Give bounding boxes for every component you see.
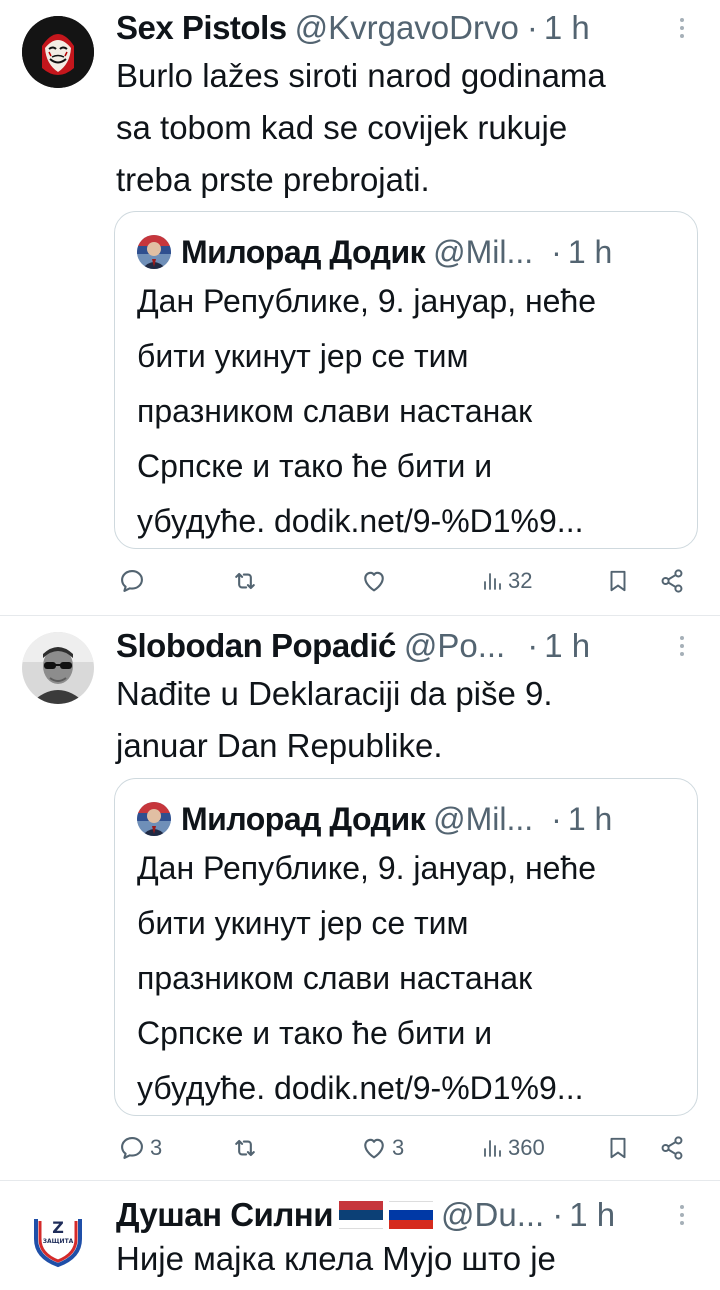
quoted-text-line: Дан Републике, 9. јануар, неће [137, 283, 597, 319]
tweet-header: Душан Силни @Du... · 1 h [116, 1193, 692, 1237]
tweet-text-line: januar Dan Republike. [116, 727, 443, 764]
quoted-avatar [137, 802, 171, 836]
bookmark-button[interactable] [605, 563, 631, 599]
author-handle[interactable]: @Po... [404, 624, 505, 668]
reply-icon [121, 1137, 143, 1159]
tweet-text-line: sa tobom kad se covijek rukuje [116, 109, 568, 146]
author-handle[interactable]: @Du... [441, 1193, 544, 1237]
reply-button[interactable]: 3 [118, 1130, 162, 1166]
timestamp[interactable]: 1 h [569, 1193, 615, 1237]
avatar[interactable]: Z ЗАЩИТА [22, 1199, 94, 1271]
more-icon[interactable] [672, 1193, 692, 1237]
separator-dot: · [526, 9, 538, 46]
bookmark-button[interactable] [605, 1130, 631, 1166]
action-bar: 3 3 360 [108, 1130, 698, 1166]
avatar-text: ЗАЩИТА [43, 1238, 74, 1245]
person-avatar-icon [137, 802, 171, 836]
views-count: 360 [508, 1135, 545, 1160]
more-icon[interactable] [672, 6, 692, 50]
avatar[interactable] [22, 632, 94, 704]
tweet[interactable]: Sex Pistols @KvrgavoDrvo · 1 h Burlo laž… [0, 0, 720, 615]
avatar[interactable] [22, 16, 94, 88]
reply-count: 3 [150, 1135, 163, 1160]
tweet-header: Slobodan Popadić @Po... · 1 h [116, 624, 692, 668]
quoted-text-line: Српске и тако ће бити и [137, 1015, 493, 1051]
mask-avatar-icon [22, 16, 94, 88]
quoted-tweet-text: Дан Републике, 9. јануар, неће бити укин… [137, 274, 687, 549]
views-count: 32 [508, 568, 533, 593]
bookmark-icon [610, 1137, 626, 1159]
quoted-tweet[interactable]: Милорад Додик @Mil... · 1 h Дан Републик… [114, 778, 698, 1116]
tweet-text-line: treba prste prebrojati. [116, 161, 430, 198]
repost-button[interactable] [230, 1130, 264, 1166]
tweet[interactable]: Slobodan Popadić @Po... · 1 h Nađite u D… [0, 616, 720, 1180]
quoted-text-line: бити укинут јер се тим [137, 338, 469, 374]
like-button[interactable]: 3 [360, 1130, 404, 1166]
quoted-text-line[interactable]: убудуће. dodik.net/9-%D1%9... [137, 494, 687, 549]
reply-icon [121, 570, 143, 592]
quoted-author-name[interactable]: Милорад Додик [181, 801, 426, 838]
tweet-header: Sex Pistols @KvrgavoDrvo · 1 h [116, 6, 692, 50]
tweet-text-line: Nađite u Deklaraciji da piše 9. [116, 675, 553, 712]
quoted-avatar [137, 235, 171, 269]
views-icon [484, 1140, 501, 1157]
repost-button[interactable] [230, 563, 264, 599]
action-bar: 32 [108, 563, 698, 599]
like-icon [364, 1138, 384, 1159]
quoted-text-line: празником слави настанак [137, 393, 533, 429]
person-avatar-icon [22, 632, 94, 704]
separator-dot: · [551, 800, 562, 837]
tweet-text: Burlo lažes siroti narod godinama sa tob… [116, 50, 696, 206]
tweet-text-line: Burlo lažes siroti narod godinama [116, 57, 606, 94]
share-button[interactable] [658, 563, 686, 599]
share-icon [661, 569, 683, 593]
views-button[interactable]: 360 [482, 1130, 545, 1166]
svg-text:Z: Z [52, 1218, 64, 1237]
repost-icon [235, 1139, 255, 1157]
serbia-flag-icon [339, 1201, 384, 1229]
separator-dot: · [551, 233, 562, 270]
quoted-timestamp[interactable]: 1 h [568, 234, 612, 271]
quoted-tweet[interactable]: Милорад Додик @Mil... · 1 h Дан Републик… [114, 211, 698, 549]
quoted-tweet-text: Дан Републике, 9. јануар, неће бити укин… [137, 841, 687, 1116]
like-button[interactable] [360, 563, 392, 599]
more-icon[interactable] [672, 624, 692, 668]
quoted-tweet-header: Милорад Додик @Mil... · 1 h [137, 230, 677, 274]
shield-logo-icon: Z ЗАЩИТА [22, 1199, 94, 1271]
like-icon [364, 571, 384, 592]
tweet-text-line: Није мајка клела Мујо што је [116, 1240, 556, 1277]
russia-flag-icon [389, 1201, 434, 1229]
quoted-author-handle[interactable]: @Mil... [433, 801, 533, 838]
author-handle[interactable]: @KvrgavoDrvo [295, 6, 519, 50]
quoted-text-line: Дан Републике, 9. јануар, неће [137, 850, 597, 886]
quoted-author-name[interactable]: Милорад Додик [181, 234, 426, 271]
like-count: 3 [392, 1135, 405, 1160]
author-name[interactable]: Душан Силни [116, 1193, 334, 1237]
author-name[interactable]: Sex Pistols [116, 6, 287, 50]
quoted-text-line: Српске и тако ће бити и [137, 448, 493, 484]
reply-button[interactable] [118, 563, 150, 599]
tweet-text: Није мајка клела Мујо што је [116, 1233, 696, 1285]
bookmark-icon [610, 570, 626, 592]
quoted-text-line: празником слави настанак [137, 960, 533, 996]
timestamp[interactable]: 1 h [544, 624, 590, 668]
tweet-text: Nađite u Deklaraciji da piše 9. januar D… [116, 668, 696, 772]
separator-dot: · [552, 1196, 564, 1233]
repost-icon [235, 572, 255, 590]
quoted-author-handle[interactable]: @Mil... [433, 234, 533, 271]
quoted-text-line: бити укинут јер се тим [137, 905, 469, 941]
share-icon [661, 1136, 683, 1160]
quoted-text-line[interactable]: убудуће. dodik.net/9-%D1%9... [137, 1061, 687, 1116]
author-name[interactable]: Slobodan Popadić [116, 624, 396, 668]
views-button[interactable]: 32 [482, 563, 532, 599]
person-avatar-icon [137, 235, 171, 269]
quoted-tweet-header: Милорад Додик @Mil... · 1 h [137, 797, 677, 841]
tweet[interactable]: Z ЗАЩИТА Душан Силни @Du... · 1 h Није м… [0, 1181, 720, 1290]
timestamp[interactable]: 1 h [544, 6, 590, 50]
share-button[interactable] [658, 1130, 686, 1166]
views-icon [484, 573, 501, 590]
separator-dot: · [527, 627, 539, 664]
quoted-timestamp[interactable]: 1 h [568, 801, 612, 838]
